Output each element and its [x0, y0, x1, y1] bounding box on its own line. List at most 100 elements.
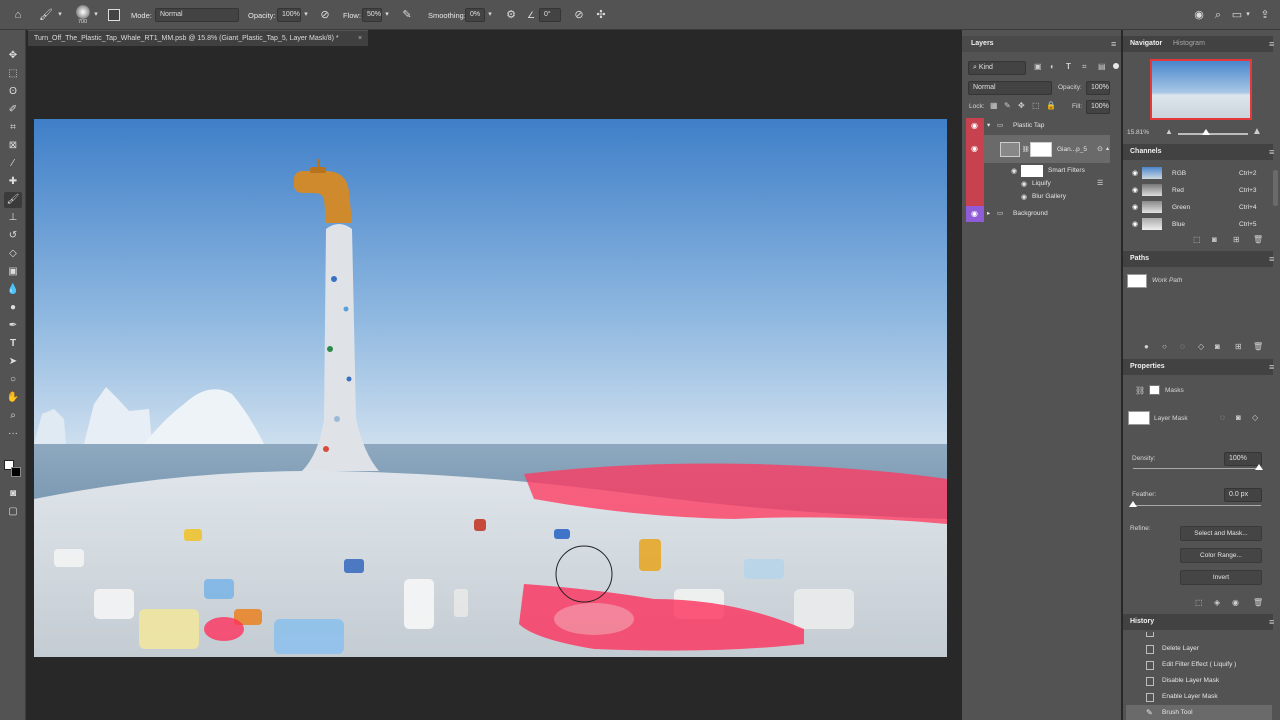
- trash-icon[interactable]: 🗑: [1253, 342, 1263, 351]
- tab-navigator[interactable]: Navigator: [1130, 40, 1162, 47]
- hand-tool-icon[interactable]: ✋: [4, 390, 22, 406]
- filter-type-icon[interactable]: T: [1066, 62, 1071, 71]
- user-icon[interactable]: ◉: [1192, 8, 1206, 22]
- eye-icon[interactable]: ◉: [1011, 167, 1017, 175]
- panel-menu-icon[interactable]: ≡: [1269, 617, 1274, 627]
- layer-mask-thumbnail[interactable]: [1030, 142, 1052, 157]
- share-icon[interactable]: ⇪: [1258, 8, 1272, 22]
- channel-row-green[interactable]: ◉ Green Ctrl+4: [1126, 199, 1272, 216]
- eye-icon[interactable]: ◉: [1132, 220, 1138, 228]
- zoom-value[interactable]: 15.81%: [1127, 129, 1149, 136]
- zoom-slider-handle[interactable]: [1202, 129, 1210, 135]
- eraser-tool-icon[interactable]: ◇: [4, 246, 22, 262]
- tab-history[interactable]: History: [1130, 618, 1154, 625]
- quick-select-tool-icon[interactable]: ✐: [4, 102, 22, 118]
- lock-transparent-icon[interactable]: ▦: [990, 101, 998, 110]
- layer-row-background[interactable]: ◉ ▸ ▭ Background: [966, 206, 1110, 222]
- pen-tool-icon[interactable]: ✒: [4, 318, 22, 334]
- feather-input[interactable]: 0.0 px: [1224, 488, 1262, 502]
- eye-icon[interactable]: ◉: [1132, 203, 1138, 211]
- history-item[interactable]: Disable Layer Mask: [1126, 673, 1272, 689]
- panel-menu-icon[interactable]: ≡: [1269, 362, 1274, 372]
- make-work-path-icon[interactable]: ◇: [1198, 342, 1204, 351]
- mode-select[interactable]: Normal: [155, 8, 239, 22]
- gradient-tool-icon[interactable]: ▣: [4, 264, 22, 280]
- load-path-selection-icon[interactable]: ◌: [1180, 342, 1185, 351]
- close-icon[interactable]: ×: [358, 31, 362, 47]
- brush-tool-preset-icon[interactable]: 🖌: [38, 8, 54, 22]
- eye-icon[interactable]: ◉: [1232, 598, 1239, 607]
- lasso-tool-icon[interactable]: ʘ: [4, 84, 22, 100]
- pressure-opacity-icon[interactable]: ⊘: [318, 8, 332, 22]
- image-canvas[interactable]: [34, 119, 947, 657]
- new-channel-icon[interactable]: ⊞: [1233, 235, 1240, 244]
- density-slider-handle[interactable]: [1255, 464, 1263, 470]
- zoom-in-icon[interactable]: ▲: [1252, 126, 1262, 137]
- eye-icon[interactable]: ◉: [971, 209, 978, 218]
- history-item-current[interactable]: ✎ Brush Tool: [1126, 705, 1272, 720]
- load-selection-from-mask-icon[interactable]: ⬚: [1195, 598, 1203, 607]
- panel-menu-icon[interactable]: ≡: [1269, 147, 1274, 157]
- tab-properties[interactable]: Properties: [1130, 363, 1165, 370]
- filter-smart-object-icon[interactable]: ▤: [1098, 62, 1106, 71]
- gear-icon[interactable]: ⚙: [504, 8, 518, 22]
- layer-row-plastic-tap[interactable]: ◉ ▾ ▭ Plastic Tap: [966, 118, 1110, 135]
- apply-pixel-mask-icon[interactable]: ◙: [1236, 413, 1241, 422]
- tab-channels[interactable]: Channels: [1130, 148, 1162, 155]
- healing-brush-tool-icon[interactable]: ✚: [4, 174, 22, 190]
- path-name[interactable]: Work Path: [1152, 277, 1182, 284]
- marquee-tool-icon[interactable]: ⬚: [4, 66, 22, 82]
- panel-menu-icon[interactable]: ≡: [1111, 39, 1116, 49]
- symmetry-icon[interactable]: ✣: [594, 8, 608, 22]
- fill-input[interactable]: 100%: [1086, 100, 1110, 114]
- chevron-down-icon[interactable]: ▾: [302, 8, 310, 22]
- layer-row-blur-gallery[interactable]: ◉ Blur Gallery: [966, 192, 1110, 205]
- history-item[interactable]: Delete Layer: [1126, 641, 1272, 657]
- select-mask-icon[interactable]: ◌: [1220, 413, 1225, 422]
- save-selection-icon[interactable]: ◙: [1212, 235, 1217, 244]
- layer-opacity-input[interactable]: 100%: [1086, 81, 1110, 95]
- blend-mode-select[interactable]: Normal: [968, 81, 1052, 95]
- layer-row-smart-filters[interactable]: ◉ Smart Filters: [966, 164, 1110, 179]
- feather-slider[interactable]: [1133, 505, 1261, 506]
- eye-icon[interactable]: ◉: [1021, 180, 1027, 188]
- chevron-down-icon[interactable]: ▾: [383, 8, 391, 22]
- brush-settings-icon[interactable]: [108, 9, 120, 21]
- history-brush-tool-icon[interactable]: ↺: [4, 228, 22, 244]
- workspace-icon[interactable]: ▭: [1230, 8, 1244, 22]
- eye-icon[interactable]: ◉: [1132, 169, 1138, 177]
- chevron-down-icon[interactable]: ▾: [987, 121, 990, 129]
- history-item[interactable]: Edit Filter Effect ( Liquify ): [1126, 657, 1272, 673]
- trash-icon[interactable]: 🗑: [1253, 235, 1263, 244]
- panel-menu-icon[interactable]: ≡: [1269, 254, 1274, 264]
- tab-paths[interactable]: Paths: [1130, 255, 1149, 262]
- filter-options-icon[interactable]: ☰: [1097, 179, 1103, 187]
- chevron-down-icon[interactable]: ▾: [56, 8, 64, 22]
- layer-row-liquify[interactable]: ◉ Liquify ☰: [966, 179, 1110, 192]
- chevron-right-icon[interactable]: ▸: [987, 209, 990, 217]
- quick-mask-icon[interactable]: ◙: [4, 486, 22, 502]
- smoothing-input[interactable]: 0%: [465, 8, 485, 22]
- history-item[interactable]: Enable Layer Mask: [1126, 689, 1272, 705]
- filter-pixel-icon[interactable]: ▣: [1034, 62, 1042, 71]
- channel-row-red[interactable]: ◉ Red Ctrl+3: [1126, 182, 1272, 199]
- eye-icon[interactable]: ◉: [971, 121, 978, 130]
- document-tab[interactable]: Turn_Off_The_Plastic_Tap_Whale_RT1_MM.ps…: [28, 30, 368, 46]
- channel-row-rgb[interactable]: ◉ RGB Ctrl+2: [1126, 165, 1272, 182]
- select-and-mask-button[interactable]: Select and Mask...: [1180, 526, 1262, 541]
- eye-icon[interactable]: ◉: [1021, 193, 1027, 201]
- density-slider[interactable]: [1133, 468, 1261, 469]
- layer-row-giant-plastic-tap[interactable]: ◉ ⛓ Gian...p_5 ⊙ ▴: [966, 137, 1110, 163]
- filter-toggle-icon[interactable]: [1113, 63, 1119, 69]
- zoom-slider[interactable]: [1178, 133, 1248, 135]
- chevron-down-icon[interactable]: ▾: [1244, 8, 1252, 22]
- invert-button[interactable]: Invert: [1180, 570, 1262, 585]
- search-icon[interactable]: ⌕: [1211, 8, 1225, 22]
- dodge-tool-icon[interactable]: ●: [4, 300, 22, 316]
- channels-scrollbar[interactable]: [1273, 170, 1278, 206]
- chevron-down-icon[interactable]: ▾: [486, 8, 494, 22]
- filter-shape-icon[interactable]: ⌗: [1082, 62, 1087, 72]
- zoom-tool-icon[interactable]: ⌕: [4, 408, 22, 424]
- zoom-out-icon[interactable]: ▲: [1165, 127, 1173, 136]
- move-tool-icon[interactable]: ✥: [4, 48, 22, 64]
